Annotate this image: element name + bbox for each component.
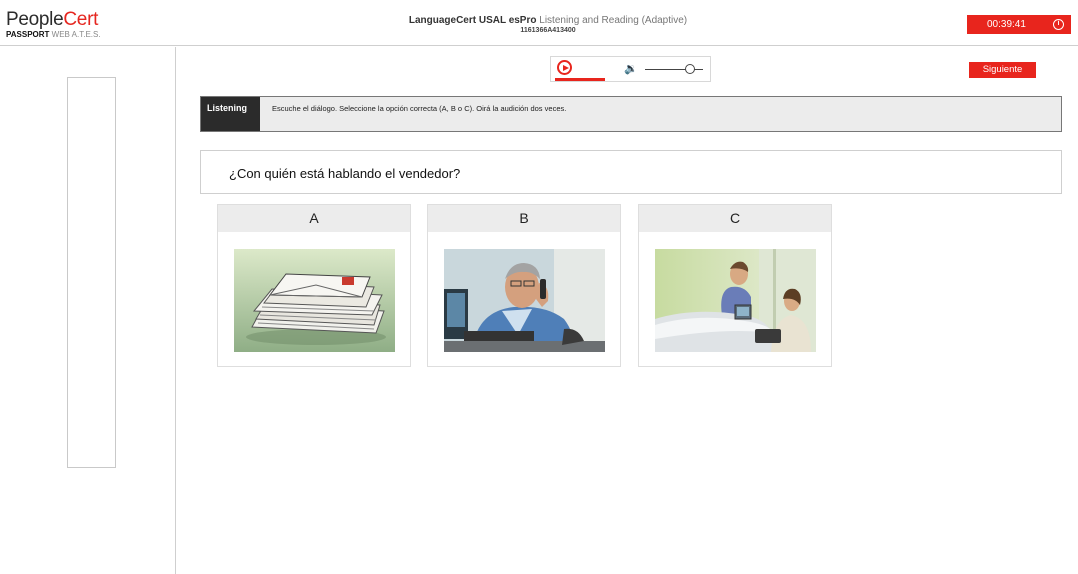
audio-player: 🔉 [550, 56, 711, 82]
audio-progress-bar [555, 78, 605, 81]
man-on-phone-image [444, 249, 605, 352]
section-label: Listening [201, 97, 260, 131]
answer-option-a[interactable]: A [217, 204, 411, 367]
exam-title: LanguageCert USAL esPro Listening and Re… [0, 15, 1078, 35]
countdown-timer: 00:39:41 i [967, 15, 1071, 34]
question-text: ¿Con quién está hablando el vendedor? [229, 166, 461, 181]
exam-title-bold: LanguageCert USAL esPro [408, 15, 537, 26]
answer-option-b[interactable]: B [427, 204, 621, 367]
answer-option-c[interactable]: C [638, 204, 832, 367]
exam-code: 1161366A413400 [520, 27, 576, 34]
option-letter: B [428, 205, 620, 232]
next-button[interactable]: Siguiente [969, 62, 1036, 78]
volume-slider-handle[interactable] [685, 64, 695, 74]
instruction-text: Escuche el diálogo. Seleccione la opción… [272, 104, 567, 113]
question-navigator-panel [67, 77, 116, 468]
exam-title-rest: Listening and Reading (Adaptive) [536, 15, 688, 26]
question-box: ¿Con quién está hablando el vendedor? [200, 150, 1062, 194]
timer-value: 00:39:41 [987, 19, 1026, 30]
option-letter: A [218, 205, 410, 232]
envelopes-image [234, 249, 395, 352]
info-icon[interactable]: i [1053, 19, 1064, 30]
reception-desk-image [655, 249, 816, 352]
app-header: PeopleCert PASSPORT WEB A.T.E.S. Languag… [0, 0, 1078, 46]
volume-icon[interactable]: 🔉 [624, 62, 638, 75]
play-icon[interactable] [557, 60, 572, 75]
option-letter: C [639, 205, 831, 232]
instruction-bar: Listening Escuche el diálogo. Seleccione… [200, 96, 1062, 132]
sidebar [0, 47, 176, 574]
